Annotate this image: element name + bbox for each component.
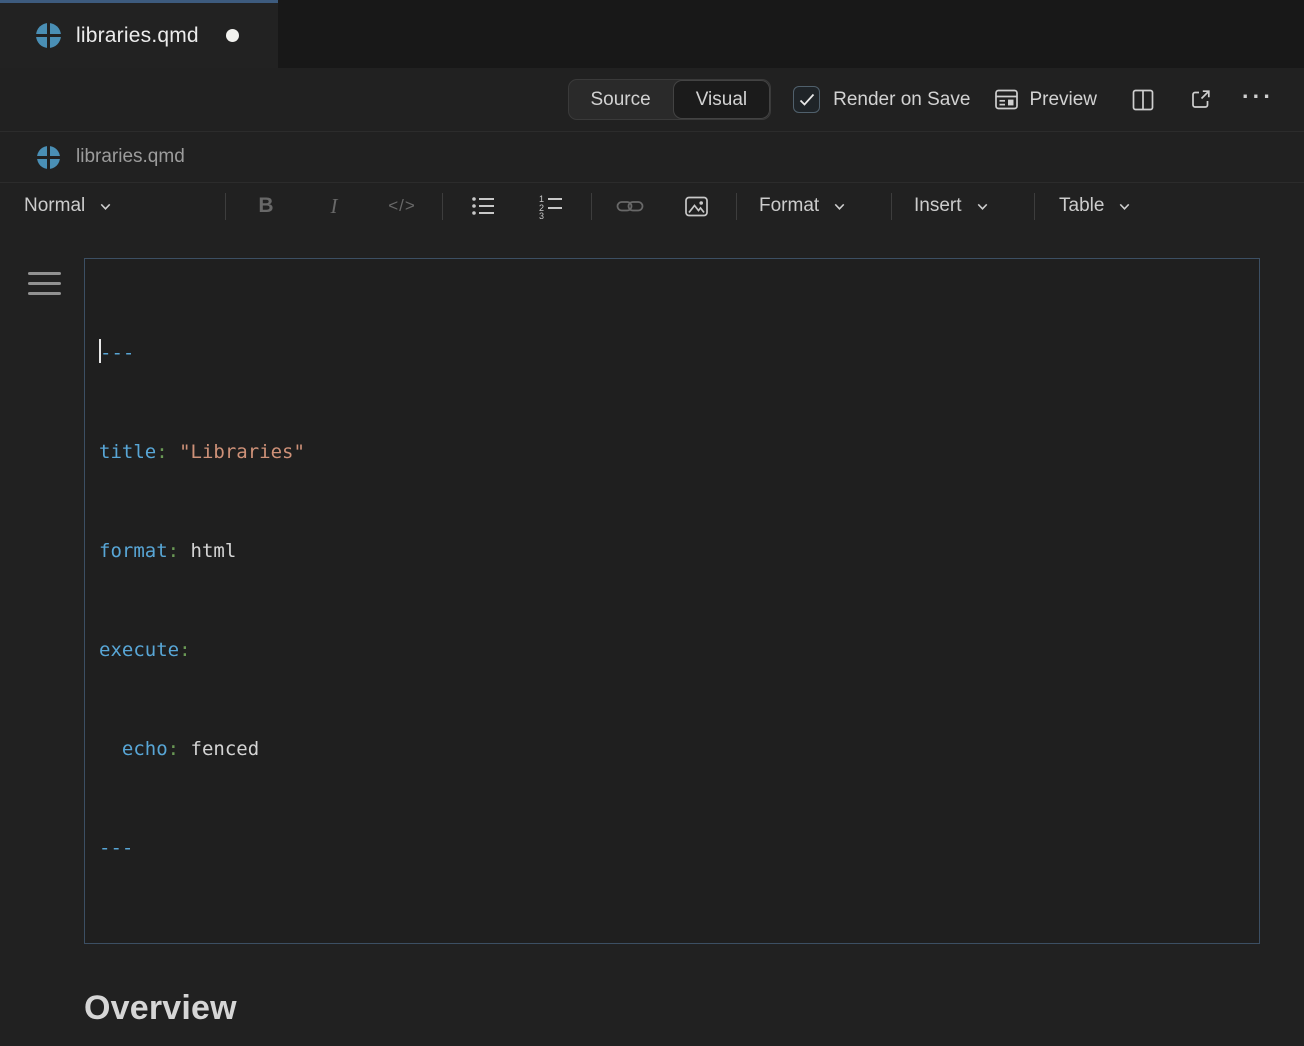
- tab-libraries-qmd[interactable]: libraries.qmd: [0, 0, 278, 68]
- italic-icon: I: [331, 194, 338, 219]
- yaml-line: echo: fenced: [99, 733, 1245, 766]
- bold-icon: B: [258, 194, 273, 218]
- yaml-line: format: html: [99, 535, 1245, 568]
- chevron-down-icon: [1116, 198, 1133, 215]
- yaml-metadata-block[interactable]: --- title: "Libraries" format: html exec…: [84, 258, 1260, 944]
- formatting-toolbar: Normal B I </> 1 2 3: [0, 182, 1304, 229]
- format-dropdown[interactable]: Format: [759, 195, 877, 217]
- insert-label: Insert: [914, 195, 962, 217]
- toolbar-separator: [591, 193, 592, 220]
- check-icon: [799, 93, 815, 107]
- render-on-save-label: Render on Save: [833, 89, 970, 111]
- preview-label: Preview: [1029, 89, 1097, 111]
- toolbar-separator: [891, 193, 892, 220]
- toolbar-separator: [736, 193, 737, 220]
- bold-button[interactable]: B: [246, 194, 286, 218]
- yaml-line: title: "Libraries": [99, 436, 1245, 469]
- ordered-list-icon: 1 2 3: [538, 193, 564, 219]
- toolbar-separator: [225, 193, 226, 220]
- paragraph-style-label: Normal: [24, 195, 85, 217]
- heading-overview: Overview: [84, 986, 1260, 1030]
- breadcrumb: libraries.qmd: [0, 131, 1304, 182]
- code-button[interactable]: </>: [382, 196, 422, 216]
- render-on-save-checkbox[interactable]: [793, 86, 820, 113]
- link-icon: [616, 198, 644, 214]
- split-editor-button[interactable]: [1131, 88, 1155, 112]
- chevron-down-icon: [974, 198, 991, 215]
- tab-bar: libraries.qmd: [0, 0, 1304, 68]
- chevron-down-icon: [831, 198, 848, 215]
- breadcrumb-file-name[interactable]: libraries.qmd: [76, 146, 185, 168]
- split-editor-icon: [1131, 88, 1155, 112]
- render-on-save-control: Render on Save: [793, 86, 970, 113]
- table-dropdown[interactable]: Table: [1059, 195, 1133, 217]
- paragraph-style-dropdown[interactable]: Normal: [24, 195, 150, 217]
- table-label: Table: [1059, 195, 1104, 217]
- italic-button[interactable]: I: [314, 194, 354, 219]
- code-icon: </>: [388, 196, 416, 216]
- modified-indicator-dot[interactable]: [226, 29, 239, 42]
- link-button[interactable]: [610, 198, 650, 214]
- yaml-line: execute:: [99, 634, 1245, 667]
- image-icon: [684, 195, 709, 218]
- yaml-line: ---: [99, 832, 1245, 865]
- chevron-down-icon: [97, 198, 114, 215]
- quarto-file-icon: [36, 23, 61, 48]
- quarto-file-icon-small: [37, 146, 60, 169]
- editor-action-row: Source Visual Render on Save Preview: [0, 68, 1304, 131]
- source-mode-button[interactable]: Source: [569, 80, 673, 119]
- svg-text:3: 3: [539, 211, 544, 219]
- format-label: Format: [759, 195, 819, 217]
- bullet-list-button[interactable]: [463, 194, 503, 218]
- yaml-block-row: --- title: "Libraries" format: html exec…: [28, 258, 1260, 944]
- source-visual-toggle: Source Visual: [568, 79, 772, 120]
- drag-handle-icon[interactable]: [28, 272, 61, 295]
- ordered-list-button[interactable]: 1 2 3: [531, 193, 571, 219]
- open-external-button[interactable]: [1189, 88, 1212, 111]
- insert-dropdown[interactable]: Insert: [914, 195, 1020, 217]
- visual-editor-content: --- title: "Libraries" format: html exec…: [0, 229, 1304, 1046]
- open-external-icon: [1189, 88, 1212, 111]
- image-button[interactable]: [676, 195, 716, 218]
- preview-icon: [994, 88, 1019, 111]
- more-actions-button[interactable]: ···: [1242, 85, 1274, 114]
- ellipsis-icon: ···: [1242, 85, 1274, 114]
- preview-button[interactable]: Preview: [994, 88, 1097, 111]
- bullet-list-icon: [470, 194, 496, 218]
- toolbar-separator: [442, 193, 443, 220]
- visual-mode-button[interactable]: Visual: [673, 80, 770, 119]
- yaml-line: ---: [99, 337, 1245, 370]
- tab-title: libraries.qmd: [76, 24, 199, 48]
- toolbar-separator: [1034, 193, 1035, 220]
